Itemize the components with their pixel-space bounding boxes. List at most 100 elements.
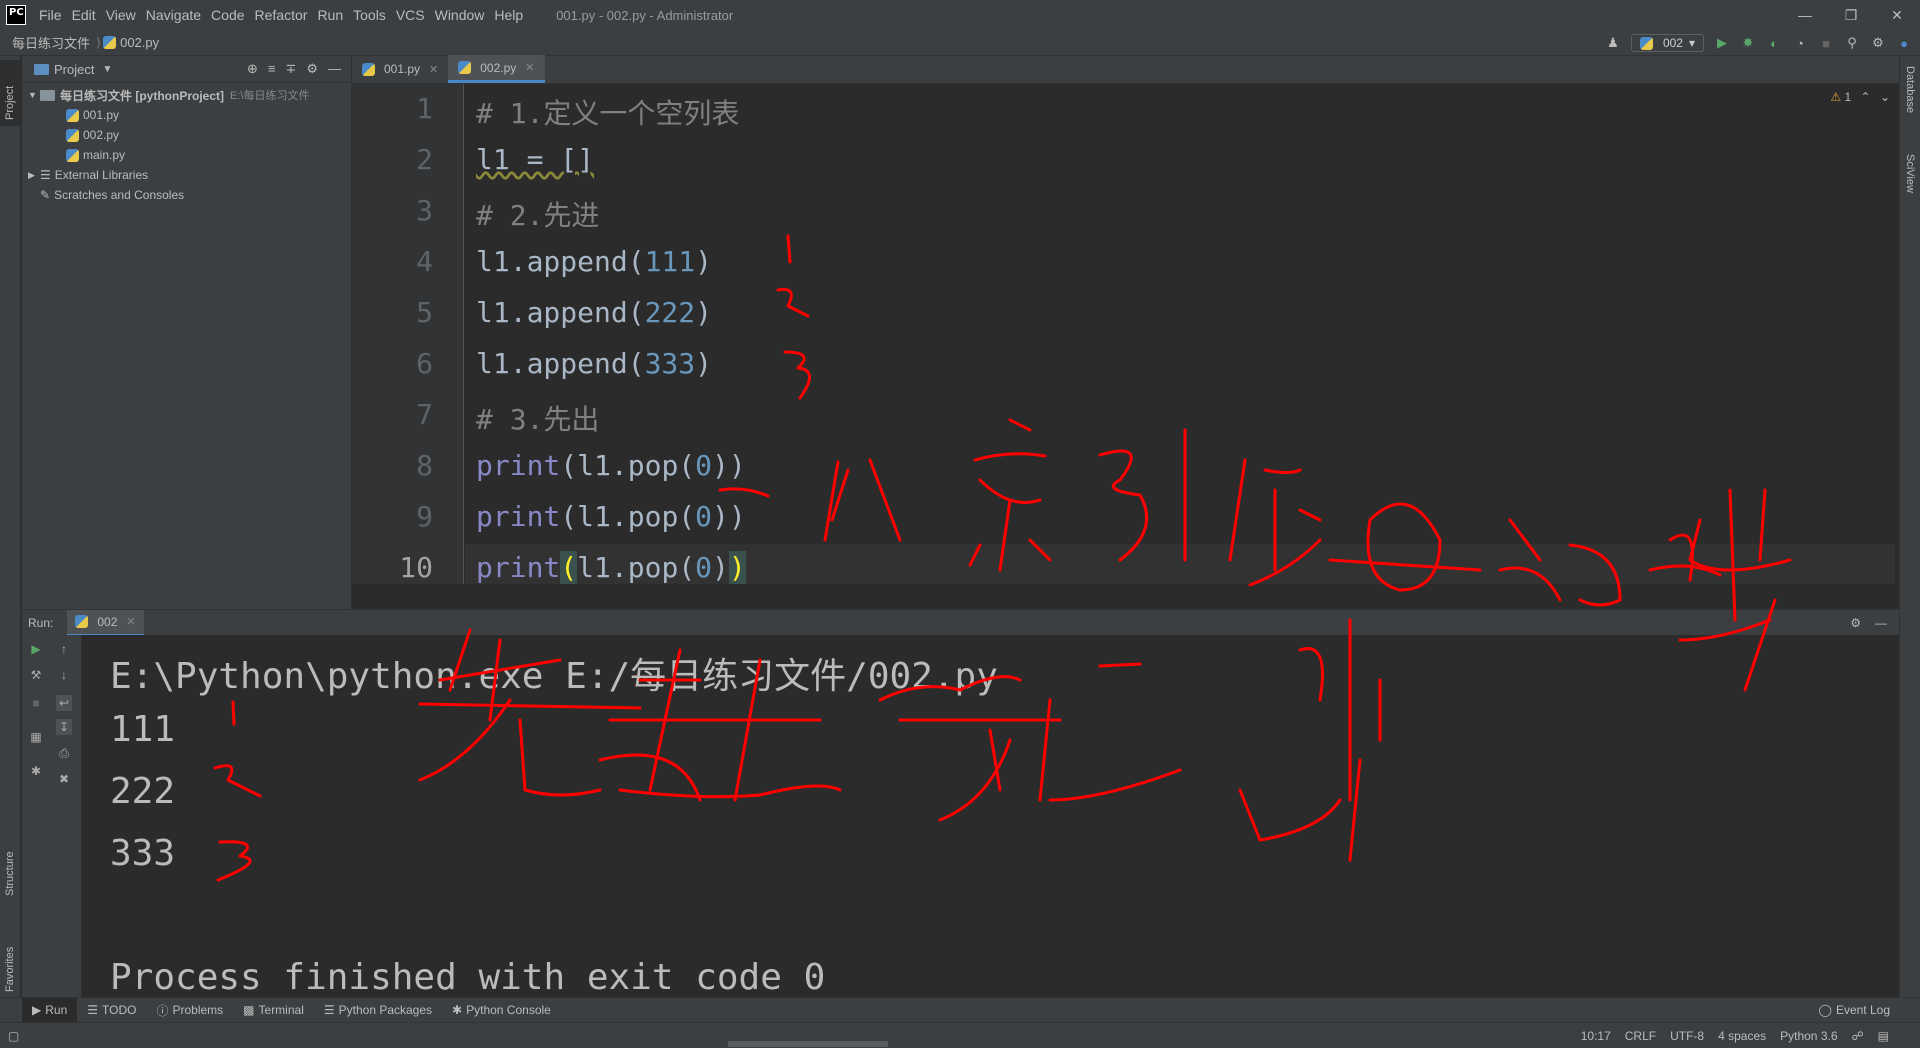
tree-scratches[interactable]: ✎ Scratches and Consoles xyxy=(22,185,351,205)
python-file-icon xyxy=(103,36,117,49)
chevron-up-icon[interactable]: ⌃ xyxy=(1861,90,1871,104)
stripe-structure-label[interactable]: Structure xyxy=(4,851,16,896)
tree-file[interactable]: 001.py xyxy=(22,105,351,125)
project-stripe-button[interactable]: Project xyxy=(0,60,20,126)
run-config-selector[interactable]: 002 ▾ xyxy=(1630,34,1704,52)
gear-icon[interactable]: ⚙ xyxy=(306,61,318,77)
scroll-to-end-icon[interactable]: ↧ xyxy=(56,719,72,735)
menu-help[interactable]: Help xyxy=(489,0,528,30)
lock-icon[interactable]: ☍ xyxy=(1845,1029,1871,1043)
jetbrains-icon[interactable]: ● xyxy=(1896,35,1912,51)
menu-code[interactable]: Code xyxy=(206,0,249,30)
tree-file[interactable]: 002.py xyxy=(22,125,351,145)
trash-icon[interactable]: ✖ xyxy=(56,771,72,787)
hide-icon[interactable]: — xyxy=(1875,616,1887,630)
rerun-icon[interactable]: ▶ xyxy=(28,641,44,657)
tab-001[interactable]: 001.py ✕ xyxy=(352,55,448,83)
root-path: E:\每日练习文件 xyxy=(230,90,310,102)
project-view-title[interactable]: Project xyxy=(54,62,94,77)
line-number: 10 xyxy=(399,551,433,584)
memory-indicator-icon[interactable]: ▤ xyxy=(1871,1029,1896,1043)
line-separator[interactable]: CRLF xyxy=(1618,1029,1663,1043)
breadcrumb-project[interactable]: 每日练习文件 xyxy=(0,33,94,52)
file-encoding[interactable]: UTF-8 xyxy=(1663,1029,1711,1043)
search-icon[interactable]: ⚲ xyxy=(1844,35,1860,51)
profile-icon[interactable]: ◔ xyxy=(1792,35,1808,51)
horizontal-scrollbar[interactable] xyxy=(728,1041,888,1047)
user-icon[interactable]: ♟ xyxy=(1605,35,1621,51)
expand-all-icon[interactable]: ≡ xyxy=(268,61,276,77)
print-icon[interactable]: ⎙ xyxy=(56,745,72,761)
tool-problems[interactable]: ⓘ Problems xyxy=(146,998,233,1023)
close-icon[interactable]: ✕ xyxy=(429,63,438,76)
stripe-database-label[interactable]: Database xyxy=(1904,66,1916,113)
indent-setting[interactable]: 4 spaces xyxy=(1711,1029,1773,1043)
tool-label: Python Packages xyxy=(338,1003,433,1017)
coverage-icon[interactable]: ◐ xyxy=(1766,35,1782,51)
line-number-gutter: 1 2 3 4 5 6 7 8 9 10 xyxy=(352,84,464,584)
caret-position[interactable]: 10:17 xyxy=(1574,1029,1618,1043)
menu-tools[interactable]: Tools xyxy=(348,0,391,30)
gear-icon[interactable]: ⚙ xyxy=(1870,35,1886,51)
stripe-favorites-label[interactable]: Favorites xyxy=(4,947,16,992)
menu-navigate[interactable]: Navigate xyxy=(141,0,206,30)
stop-icon[interactable]: ■ xyxy=(1818,35,1834,51)
tool-run[interactable]: ▶ Run xyxy=(22,997,78,1023)
tree-external-libraries[interactable]: ▶ ☰ External Libraries xyxy=(22,165,351,185)
tool-python-packages[interactable]: ☰ Python Packages xyxy=(314,998,442,1023)
chevron-down-icon[interactable]: ▼ xyxy=(102,64,112,75)
keyword-token: print xyxy=(476,551,561,584)
inspection-indicator[interactable]: ⚠ 1 ⌃ ⌄ xyxy=(1830,90,1890,104)
menu-view[interactable]: View xyxy=(101,0,141,30)
close-icon[interactable]: ✕ xyxy=(525,61,534,74)
tool-todo[interactable]: ☰ TODO xyxy=(77,998,146,1023)
menu-run[interactable]: Run xyxy=(312,0,348,30)
number-token: 0 xyxy=(695,500,713,533)
chevron-down-icon[interactable]: ⌄ xyxy=(1880,90,1890,104)
code-token: ) xyxy=(695,296,713,329)
python-interpreter[interactable]: Python 3.6 xyxy=(1773,1029,1844,1043)
tool-terminal[interactable]: ▩ Terminal xyxy=(233,998,314,1023)
tab-002[interactable]: 002.py ✕ xyxy=(448,55,545,83)
menu-edit[interactable]: Edit xyxy=(67,0,101,30)
debug-icon[interactable]: ✸ xyxy=(1740,35,1756,51)
comment-text: # 3.先出 xyxy=(476,403,600,436)
wrench-icon[interactable]: ⚒ xyxy=(28,667,44,683)
code-editor[interactable]: # 1.定义一个空列表 l1 = [] # 2.先进 l1.append(111… xyxy=(465,84,1895,584)
stripe-sciview-label[interactable]: SciView xyxy=(1904,154,1916,193)
close-icon[interactable]: ✕ xyxy=(126,615,135,628)
menu-refactor[interactable]: Refactor xyxy=(250,0,313,30)
tree-file[interactable]: main.py xyxy=(22,145,351,165)
layout-toggle-icon[interactable]: ▢ xyxy=(0,1029,19,1043)
collapse-all-icon[interactable]: ∓ xyxy=(285,61,296,77)
tool-label: Event Log xyxy=(1835,1003,1890,1017)
library-icon: ☰ xyxy=(40,168,51,182)
warning-icon: ⚠ xyxy=(1830,90,1842,104)
tool-python-console[interactable]: ✱ Python Console xyxy=(442,998,561,1023)
run-console[interactable]: E:\Python\python.exe E:/每日练习文件/002.py 11… xyxy=(82,635,1899,997)
stop-icon[interactable]: ■ xyxy=(28,695,44,711)
close-icon[interactable]: ✕ xyxy=(1874,0,1920,30)
tool-event-log[interactable]: ◯ Event Log xyxy=(1809,998,1920,1023)
restore-icon[interactable]: ❐ xyxy=(1828,0,1874,30)
layout-icon[interactable]: ▦ xyxy=(28,729,44,745)
gear-icon[interactable]: ⚙ xyxy=(1850,616,1861,630)
minimize-icon[interactable]: — xyxy=(1782,0,1828,30)
pin-icon[interactable]: ✱ xyxy=(28,763,44,779)
soft-wrap-icon[interactable]: ↩ xyxy=(56,695,72,711)
hide-icon[interactable]: — xyxy=(328,61,341,77)
run-tab[interactable]: 002 ✕ xyxy=(67,609,144,636)
run-icon[interactable]: ▶ xyxy=(1714,35,1730,51)
arrow-down-icon[interactable]: ↓ xyxy=(56,667,72,683)
file-label: 001.py xyxy=(83,108,120,122)
arrow-up-icon[interactable]: ↑ xyxy=(56,641,72,657)
menu-vcs[interactable]: VCS xyxy=(391,0,430,30)
external-libraries-label: External Libraries xyxy=(54,168,149,182)
menu-file[interactable]: File xyxy=(34,0,67,30)
tree-root[interactable]: ▼ 每日练习文件 [pythonProject] E:\每日练习文件 xyxy=(22,85,351,105)
breadcrumb-file[interactable]: 002.py xyxy=(120,35,159,50)
menu-window[interactable]: Window xyxy=(430,0,490,30)
locate-icon[interactable]: ⊕ xyxy=(247,61,258,77)
console-line: 222 xyxy=(110,771,176,812)
code-line: print(l1.pop(0)) xyxy=(476,500,746,533)
